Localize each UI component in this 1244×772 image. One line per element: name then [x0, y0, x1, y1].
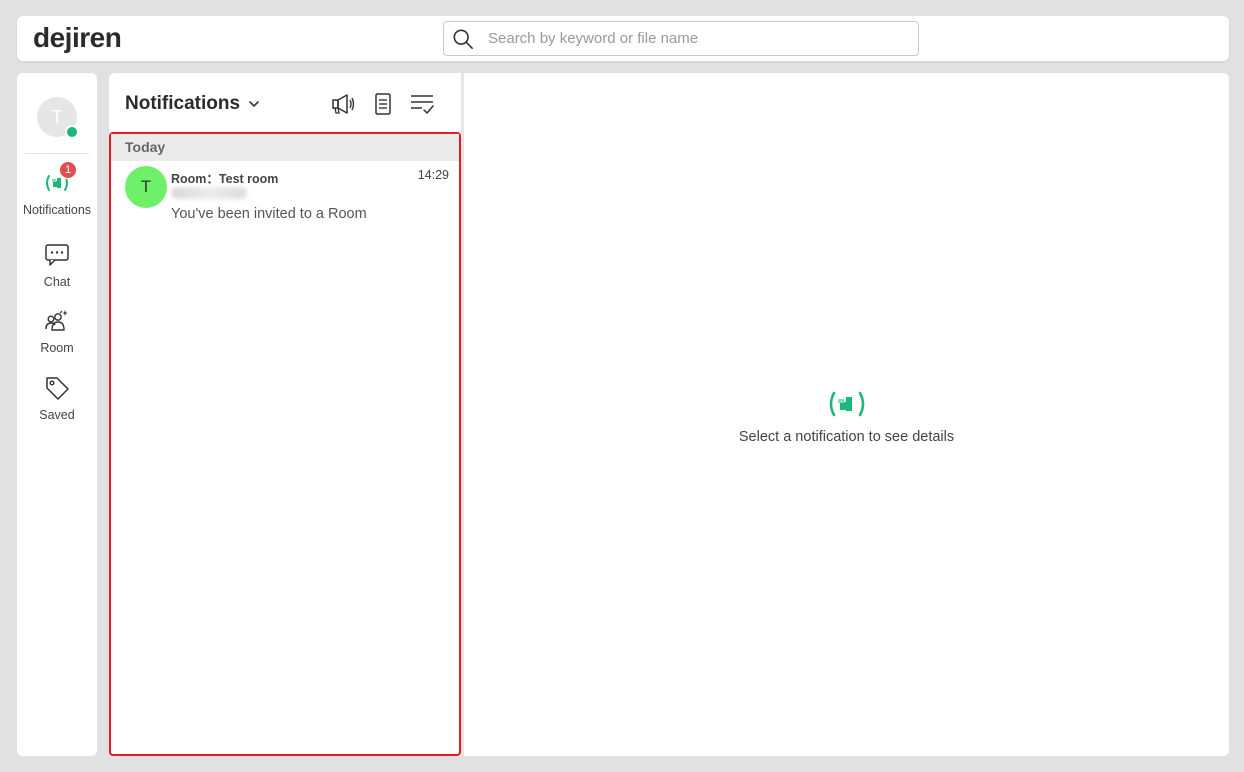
nav-label-notifications: Notifications [22, 203, 92, 217]
chevron-down-icon [249, 101, 259, 108]
notification-room: Room：Test room [171, 172, 279, 186]
nav-item-chat[interactable]: Chat [17, 241, 97, 297]
notification-time: 14:29 [417, 168, 449, 182]
notification-detail-pane: Select a notification to see details [464, 73, 1229, 756]
search-icon [453, 28, 473, 49]
presence-indicator [65, 125, 79, 139]
notification-avatar: T [125, 166, 167, 208]
nav-item-notifications[interactable]: 1 Notifications [17, 161, 97, 225]
chat-icon [45, 244, 69, 266]
user-avatar-button[interactable]: T [37, 97, 79, 139]
notifications-filter-dropdown[interactable]: Notifications [125, 93, 260, 115]
notification-item[interactable]: T Room：Test room 14:29 You've been invit… [111, 161, 459, 231]
search-input[interactable] [488, 30, 888, 47]
search-box[interactable] [443, 21, 919, 56]
nav-label-chat: Chat [43, 275, 71, 289]
blurred-sender [171, 187, 247, 199]
notification-count-badge: 1 [59, 161, 77, 179]
notification-message: You've been invited to a Room [171, 206, 367, 222]
panel-header: Notifications [109, 73, 461, 133]
empty-state-text: Select a notification to see details [738, 429, 955, 445]
section-header-today: Today [111, 134, 459, 161]
notification-list: Today T Room：Test room 14:29 You've been… [109, 132, 461, 756]
mark-all-read-icon[interactable] [409, 91, 435, 117]
nav-label-room: Room [40, 341, 74, 355]
nav-item-saved[interactable]: Saved [17, 374, 97, 430]
notification-broadcast-icon [829, 391, 865, 417]
nav-divider [25, 153, 89, 154]
nav-label-saved: Saved [39, 408, 75, 422]
document-icon[interactable] [370, 91, 396, 117]
left-nav: T 1 Notifications Chat Room Saved [17, 73, 97, 756]
nav-item-room[interactable]: Room [17, 307, 97, 363]
notifications-panel: Notifications Today T Room：Test room 14:… [109, 73, 461, 756]
megaphone-icon[interactable] [330, 91, 356, 117]
top-bar: dejiren [17, 16, 1229, 61]
room-group-icon [45, 310, 68, 331]
app-logo[interactable]: dejiren [33, 20, 122, 56]
panel-title: Notifications [125, 93, 241, 114]
tag-icon [46, 377, 69, 400]
